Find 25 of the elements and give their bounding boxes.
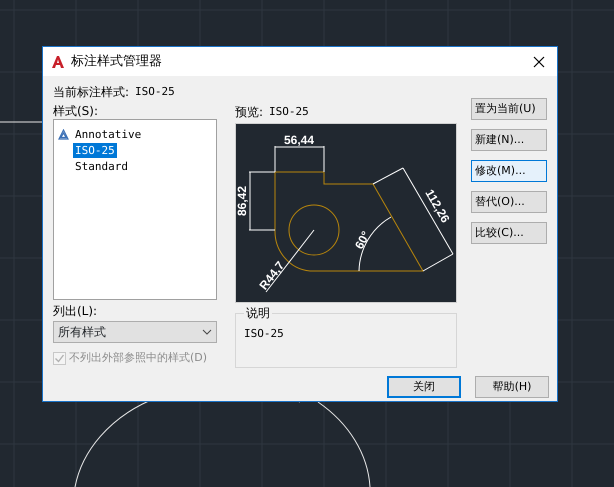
dialog-button[interactable]: 关闭 xyxy=(387,376,461,398)
list-filter-label: 列出(L): xyxy=(53,303,98,319)
dialog-button[interactable]: 修改(M)... xyxy=(471,160,547,182)
dialog-button[interactable]: 新建(N)... xyxy=(471,129,547,151)
description-label: 说明 xyxy=(244,305,272,321)
style-item[interactable]: Annotative xyxy=(73,126,144,142)
style-item[interactable]: ISO-25 xyxy=(73,142,117,158)
current-style-label: 当前标注样式: xyxy=(53,84,130,100)
window-title: 标注样式管理器 xyxy=(71,52,162,71)
current-style-value: ISO-25 xyxy=(135,84,175,100)
dialog-button[interactable]: 帮助(H) xyxy=(475,376,549,398)
dialog-button[interactable]: 置为当前(U) xyxy=(471,98,547,120)
styles-label: 样式(S): xyxy=(53,103,100,119)
chevron-down-icon xyxy=(202,329,212,335)
preview-label: 预览: xyxy=(235,104,264,120)
dialog-button[interactable]: 比较(C)... xyxy=(471,222,547,244)
dialog-button[interactable]: 替代(O)... xyxy=(471,191,547,213)
app-logo-icon xyxy=(51,54,65,68)
preview-style-name: ISO-25 xyxy=(269,104,309,120)
dimension-top: 56,44 xyxy=(274,133,324,172)
xref-checkbox-label: 不列出外部参照中的样式(D) xyxy=(69,350,208,366)
description-text: ISO-25 xyxy=(244,327,284,340)
style-item[interactable]: Standard xyxy=(73,158,130,174)
list-filter-dropdown[interactable]: 所有样式 xyxy=(53,321,217,343)
dimension-left: 86,42 xyxy=(236,172,276,230)
